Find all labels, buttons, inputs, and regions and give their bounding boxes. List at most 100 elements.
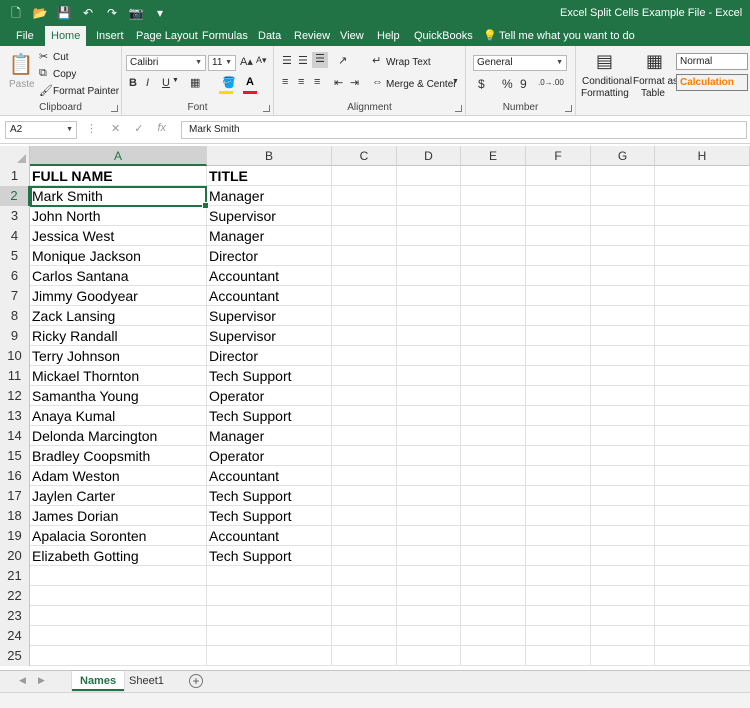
wrap-text-icon[interactable]: ↵ [372,54,381,67]
column-header-c[interactable]: C [332,146,397,166]
cell-g5[interactable] [591,246,655,266]
cell-f7[interactable] [526,286,591,306]
cell-e25[interactable] [461,646,526,666]
row-header[interactable]: 7 [0,286,30,306]
align-middle-icon[interactable]: ☰ [298,54,308,67]
copy-icon[interactable]: ⧉ [39,67,47,80]
cell-g20[interactable] [591,546,655,566]
cell-h10[interactable] [655,346,750,366]
cell-f9[interactable] [526,326,591,346]
cell-g6[interactable] [591,266,655,286]
row-header[interactable]: 15 [0,446,30,466]
conditional-formatting-button[interactable]: Conditional [582,76,632,87]
cell-c12[interactable] [332,386,397,406]
cell-b23[interactable] [207,606,332,626]
open-icon[interactable]: 📂 [32,5,48,21]
cell-h16[interactable] [655,466,750,486]
cell-g22[interactable] [591,586,655,606]
row-header[interactable]: 13 [0,406,30,426]
formula-input[interactable]: Mark Smith [181,121,747,139]
cell-a17[interactable]: Jaylen Carter [30,486,207,506]
cell-b16[interactable]: Accountant [207,466,332,486]
increase-decimal-button[interactable]: .0→.00 [538,78,564,87]
cell-d17[interactable] [397,486,461,506]
cell-f25[interactable] [526,646,591,666]
scroll-left-icon[interactable]: ◀ [19,675,26,686]
format-as-table-icon[interactable]: ▦ [646,51,663,72]
cell-f23[interactable] [526,606,591,626]
cell-c18[interactable] [332,506,397,526]
cell-d24[interactable] [397,626,461,646]
cell-b8[interactable]: Supervisor [207,306,332,326]
cell-c13[interactable] [332,406,397,426]
cell-d5[interactable] [397,246,461,266]
cell-style-normal[interactable]: Normal [676,53,748,70]
row-header[interactable]: 11 [0,366,30,386]
cell-e12[interactable] [461,386,526,406]
merge-center-button[interactable]: Merge & Center [386,79,457,90]
cell-a9[interactable]: Ricky Randall [30,326,207,346]
cell-c1[interactable] [332,166,397,186]
cell-a21[interactable] [30,566,207,586]
cell-g25[interactable] [591,646,655,666]
cell-c5[interactable] [332,246,397,266]
cell-d22[interactable] [397,586,461,606]
cell-a12[interactable]: Samantha Young [30,386,207,406]
tab-review[interactable]: Review [288,26,336,46]
cell-h7[interactable] [655,286,750,306]
cell-g13[interactable] [591,406,655,426]
cell-e13[interactable] [461,406,526,426]
cell-a1[interactable]: FULL NAME [30,166,207,186]
shrink-font-icon[interactable]: A▾ [256,55,267,66]
cell-b12[interactable]: Operator [207,386,332,406]
cell-e20[interactable] [461,546,526,566]
cell-d1[interactable] [397,166,461,186]
cell-h22[interactable] [655,586,750,606]
cell-g15[interactable] [591,446,655,466]
wrap-text-button[interactable]: Wrap Text [386,57,431,68]
row-header[interactable]: 25 [0,646,30,666]
cell-g2[interactable] [591,186,655,206]
add-sheet-icon[interactable]: + [189,674,203,688]
cell-d13[interactable] [397,406,461,426]
cell-h8[interactable] [655,306,750,326]
cell-a16[interactable]: Adam Weston [30,466,207,486]
cell-h1[interactable] [655,166,750,186]
cell-c24[interactable] [332,626,397,646]
cell-c7[interactable] [332,286,397,306]
orientation-icon[interactable]: ↗ [338,54,347,67]
cell-a10[interactable]: Terry Johnson [30,346,207,366]
cell-a23[interactable] [30,606,207,626]
cell-c23[interactable] [332,606,397,626]
cell-e1[interactable] [461,166,526,186]
align-right-icon[interactable]: ≡ [314,76,320,88]
cell-g12[interactable] [591,386,655,406]
cell-d7[interactable] [397,286,461,306]
new-icon[interactable]: 🗋 [8,5,24,21]
align-bottom-icon[interactable]: ☰ [312,52,328,68]
row-header[interactable]: 17 [0,486,30,506]
cell-e17[interactable] [461,486,526,506]
borders-icon[interactable]: ▦ [190,76,200,89]
cell-a11[interactable]: Mickael Thornton [30,366,207,386]
cell-b20[interactable]: Tech Support [207,546,332,566]
tab-quickbooks[interactable]: QuickBooks [408,26,479,46]
tab-home[interactable]: Home [45,26,87,46]
cell-d6[interactable] [397,266,461,286]
cell-d3[interactable] [397,206,461,226]
cell-e19[interactable] [461,526,526,546]
select-all-button[interactable] [0,146,30,166]
percent-button[interactable]: % [502,77,513,91]
cell-a20[interactable]: Elizabeth Gotting [30,546,207,566]
conditional-formatting-label2[interactable]: Formatting [581,88,629,99]
row-header[interactable]: 4 [0,226,30,246]
cut-button[interactable]: Cut [53,52,69,63]
cell-e24[interactable] [461,626,526,646]
cell-e10[interactable] [461,346,526,366]
cell-e9[interactable] [461,326,526,346]
cell-g7[interactable] [591,286,655,306]
merge-center-icon[interactable]: ⇔ [372,76,383,88]
cell-e11[interactable] [461,366,526,386]
cell-c9[interactable] [332,326,397,346]
spreadsheet-grid[interactable]: ABCDEFGH 1 FULL NAME TITLE 2 Mark Smith Manag… [0,146,750,670]
